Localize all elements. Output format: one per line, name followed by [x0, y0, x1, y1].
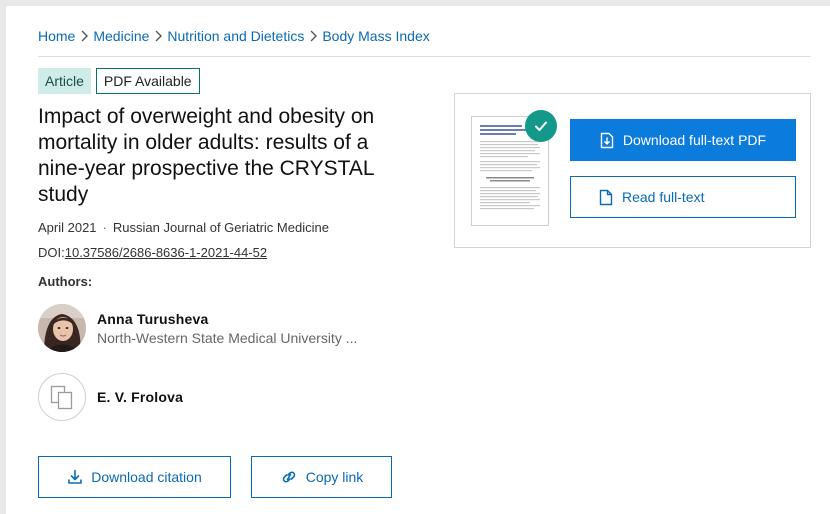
copy-link-button[interactable]: Copy link	[251, 456, 392, 498]
doi-prefix: DOI:	[38, 245, 65, 260]
publication-meta: April 2021 · Russian Journal of Geriatric …	[38, 220, 329, 235]
breadcrumb: Home Medicine Nutrition and Dietetics Bo…	[38, 28, 430, 44]
chevron-right-icon	[310, 30, 318, 42]
placeholder-profile-icon	[50, 385, 73, 410]
checkmark-icon	[535, 121, 547, 131]
author-name[interactable]: Anna Turusheva	[97, 311, 357, 327]
download-pdf-label: Download full-text PDF	[622, 132, 767, 148]
author-photo	[38, 304, 86, 352]
avatar[interactable]	[38, 304, 86, 352]
document-icon	[599, 189, 613, 205]
breadcrumb-nutrition[interactable]: Nutrition and Dietetics	[167, 28, 304, 44]
meta-separator: ·	[102, 220, 107, 235]
download-citation-label: Download citation	[91, 469, 202, 485]
doi-line: DOI:10.37586/2686-8636-1-2021-44-52	[38, 245, 267, 260]
avatar[interactable]	[38, 373, 86, 421]
read-fulltext-button[interactable]: Read full-text	[570, 176, 796, 218]
download-icon	[68, 469, 83, 484]
publication-date: April 2021	[38, 220, 97, 235]
divider	[38, 56, 811, 57]
read-fulltext-label: Read full-text	[622, 189, 705, 205]
fulltext-panel: Download full-text PDF Read full-text	[454, 93, 811, 248]
publication-card: Home Medicine Nutrition and Dietetics Bo…	[6, 6, 830, 514]
author-name[interactable]: E. V. Frolova	[97, 389, 183, 405]
journal-name[interactable]: Russian Journal of Geriatric Medicine	[113, 220, 329, 235]
breadcrumb-bmi[interactable]: Body Mass Index	[322, 28, 429, 44]
breadcrumb-home[interactable]: Home	[38, 28, 75, 44]
chevron-right-icon	[155, 30, 163, 42]
author-item[interactable]: E. V. Frolova	[38, 373, 183, 421]
article-type-badge: Article	[38, 68, 91, 94]
link-icon	[282, 471, 295, 483]
doi-link[interactable]: 10.37586/2686-8636-1-2021-44-52	[65, 245, 267, 260]
breadcrumb-medicine[interactable]: Medicine	[93, 28, 149, 44]
available-check-badge	[525, 110, 557, 142]
article-title: Impact of overweight and obesity on mort…	[38, 105, 375, 206]
pdf-available-badge: PDF Available	[95, 68, 200, 94]
authors-label: Authors:	[38, 274, 93, 289]
chevron-right-icon	[81, 30, 89, 42]
author-affiliation: North-Western State Medical University .…	[97, 329, 358, 346]
file-download-icon	[600, 132, 614, 148]
copy-link-label: Copy link	[305, 469, 364, 485]
download-citation-button[interactable]: Download citation	[38, 456, 231, 498]
download-pdf-button[interactable]: Download full-text PDF	[570, 119, 796, 161]
author-item[interactable]: Anna Turusheva North-Western State Medic…	[38, 304, 357, 352]
badge-row: Article PDF Available	[38, 68, 200, 94]
